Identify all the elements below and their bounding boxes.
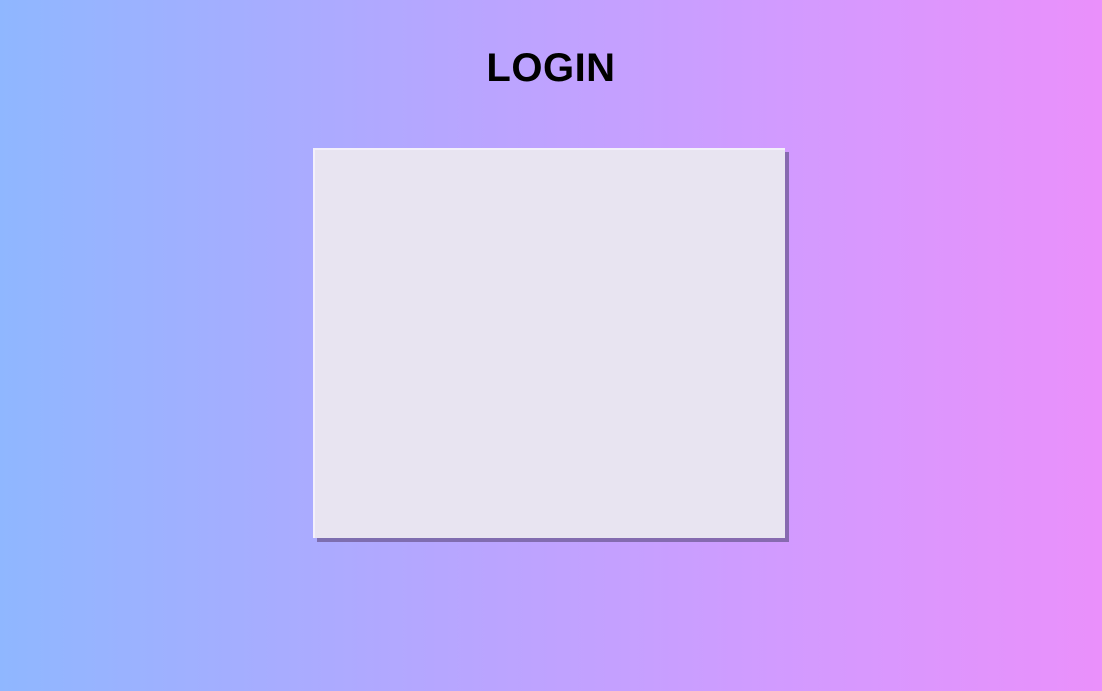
login-panel <box>313 148 785 538</box>
page-title: LOGIN <box>486 46 616 90</box>
